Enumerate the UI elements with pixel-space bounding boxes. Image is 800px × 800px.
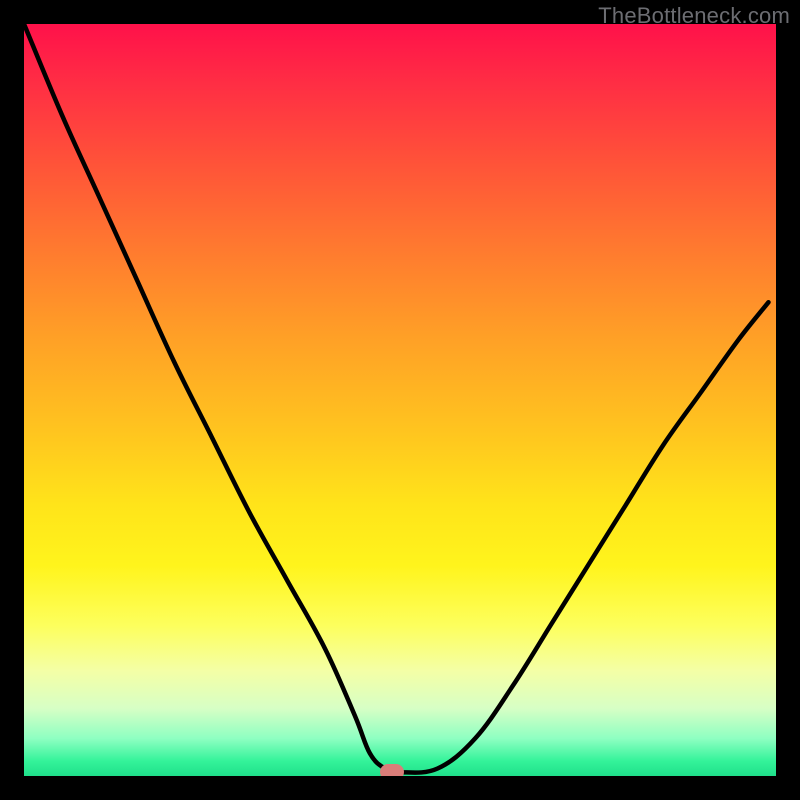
plot-area	[24, 24, 776, 776]
optimum-marker	[380, 764, 404, 776]
outer-frame: TheBottleneck.com	[0, 0, 800, 800]
bottleneck-curve	[24, 24, 776, 776]
curve-path	[24, 24, 769, 773]
